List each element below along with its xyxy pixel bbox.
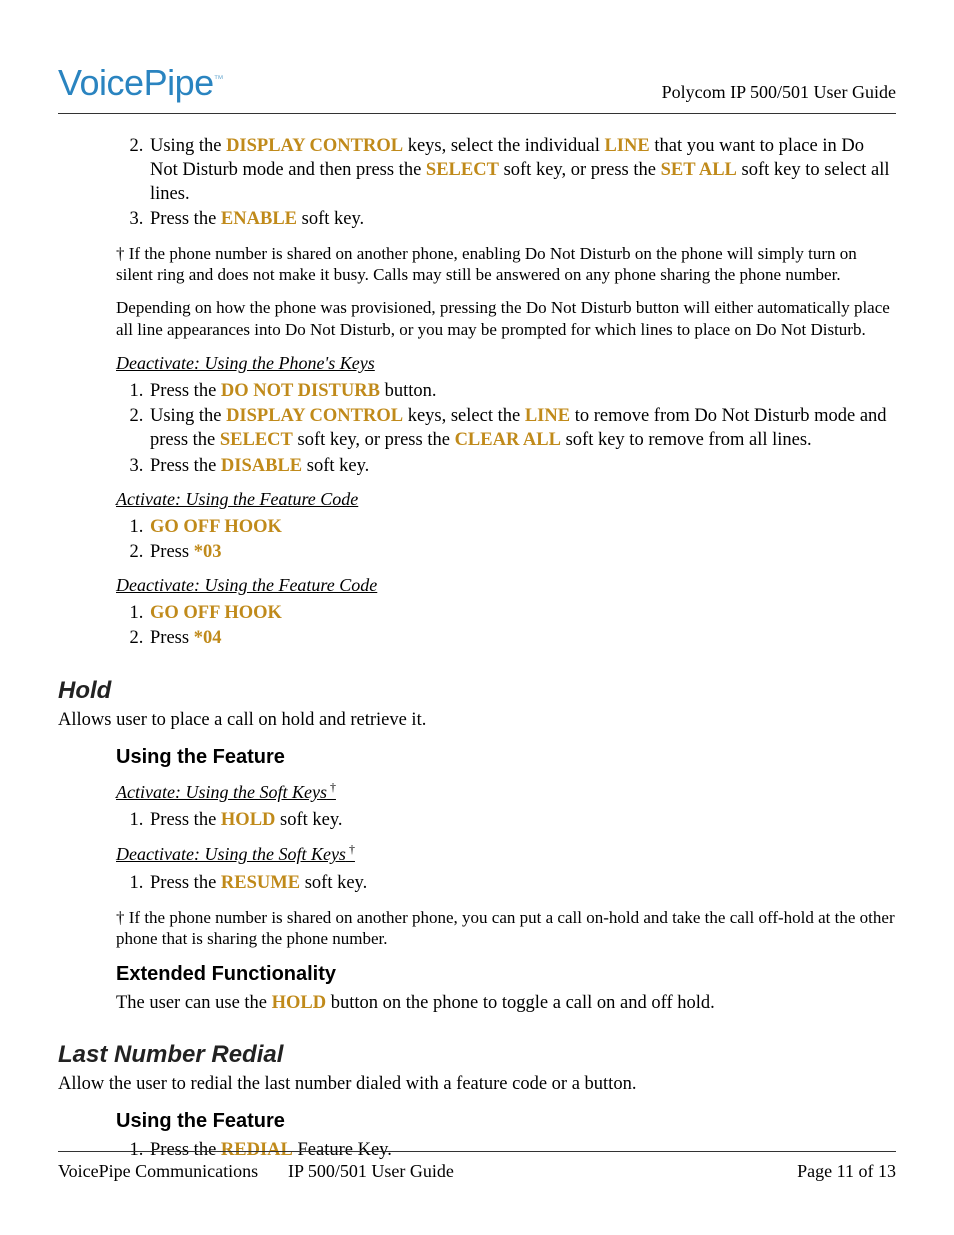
page-footer: VoicePipe Communications IP 500/501 User…	[58, 1151, 896, 1183]
footer-right: Page 11 of 13	[797, 1160, 896, 1183]
subsection-using-feature: Using the Feature	[116, 744, 896, 770]
list-item: Press the ENABLE soft key.	[148, 207, 896, 231]
section-last-number-redial: Last Number Redial	[58, 1039, 896, 1070]
header-subtitle: Polycom IP 500/501 User Guide	[662, 81, 896, 106]
key-set-all: SET ALL	[661, 160, 737, 180]
key-clear-all: CLEAR ALL	[455, 430, 561, 450]
footer-center: IP 500/501 User Guide	[288, 1160, 797, 1183]
section-hold: Hold	[58, 675, 896, 706]
list-item: Press *03	[148, 540, 896, 564]
page-header: VoicePipe™ Polycom IP 500/501 User Guide	[58, 60, 896, 114]
key-enable: ENABLE	[221, 209, 297, 229]
key-off-hook: GO OFF HOOK	[150, 603, 282, 623]
key-hold: HOLD	[221, 810, 275, 830]
dnd-continue-list: Using the DISPLAY CONTROL keys, select t…	[120, 134, 896, 231]
key-select: SELECT	[220, 430, 293, 450]
key-off-hook: GO OFF HOOK	[150, 517, 282, 537]
key-dnd: DO NOT DISTURB	[221, 381, 380, 401]
logo-tm: ™	[214, 74, 224, 85]
key-select: SELECT	[426, 160, 499, 180]
list-item: Press the DO NOT DISTURB button.	[148, 379, 896, 403]
footer-left: VoicePipe Communications	[58, 1160, 288, 1183]
key-hold: HOLD	[272, 993, 326, 1013]
activate-code-list: GO OFF HOOK Press *03	[120, 515, 896, 564]
key-resume: RESUME	[221, 873, 300, 893]
key-disable: DISABLE	[221, 456, 302, 476]
hold-footnote: † If the phone number is shared on anoth…	[116, 907, 896, 950]
logo-text: VoicePipe	[58, 62, 214, 103]
hold-activate-list: Press the HOLD soft key.	[120, 808, 896, 832]
subsection-deactivate-keys: Deactivate: Using the Phone's Keys	[116, 352, 896, 375]
hold-intro: Allows user to place a call on hold and …	[58, 708, 896, 732]
footnote-text: † If the phone number is shared on anoth…	[116, 243, 896, 286]
page-content: Using the DISPLAY CONTROL keys, select t…	[58, 134, 896, 1163]
list-item: Press the RESUME soft key.	[148, 871, 896, 895]
list-item: GO OFF HOOK	[148, 601, 896, 625]
provisioning-note: Depending on how the phone was provision…	[116, 297, 896, 340]
subsection-extended-functionality: Extended Functionality	[116, 961, 896, 987]
key-line: LINE	[604, 136, 649, 156]
extended-text: The user can use the HOLD button on the …	[116, 991, 896, 1015]
list-item: Press the DISABLE soft key.	[148, 454, 896, 478]
logo: VoicePipe™	[58, 60, 223, 107]
key-code-03: *03	[194, 542, 222, 562]
list-item: GO OFF HOOK	[148, 515, 896, 539]
redial-intro: Allow the user to redial the last number…	[58, 1072, 896, 1096]
key-line: LINE	[525, 406, 570, 426]
list-item: Press the HOLD soft key.	[148, 808, 896, 832]
hold-deactivate-list: Press the RESUME soft key.	[120, 871, 896, 895]
key-display-control: DISPLAY CONTROL	[226, 406, 403, 426]
subsection-using-feature: Using the Feature	[116, 1108, 896, 1134]
deactivate-code-list: GO OFF HOOK Press *04	[120, 601, 896, 650]
list-item: Press *04	[148, 626, 896, 650]
list-item: Using the DISPLAY CONTROL keys, select t…	[148, 134, 896, 206]
subsection-deactivate-softkeys: Deactivate: Using the Soft Keys †	[116, 842, 896, 866]
list-item: Using the DISPLAY CONTROL keys, select t…	[148, 404, 896, 452]
subsection-activate-softkeys: Activate: Using the Soft Keys †	[116, 780, 896, 804]
key-display-control: DISPLAY CONTROL	[226, 136, 403, 156]
subsection-deactivate-code: Deactivate: Using the Feature Code	[116, 574, 896, 597]
deactivate-keys-list: Press the DO NOT DISTURB button. Using t…	[120, 379, 896, 477]
subsection-activate-code: Activate: Using the Feature Code	[116, 488, 896, 511]
key-code-04: *04	[194, 628, 222, 648]
